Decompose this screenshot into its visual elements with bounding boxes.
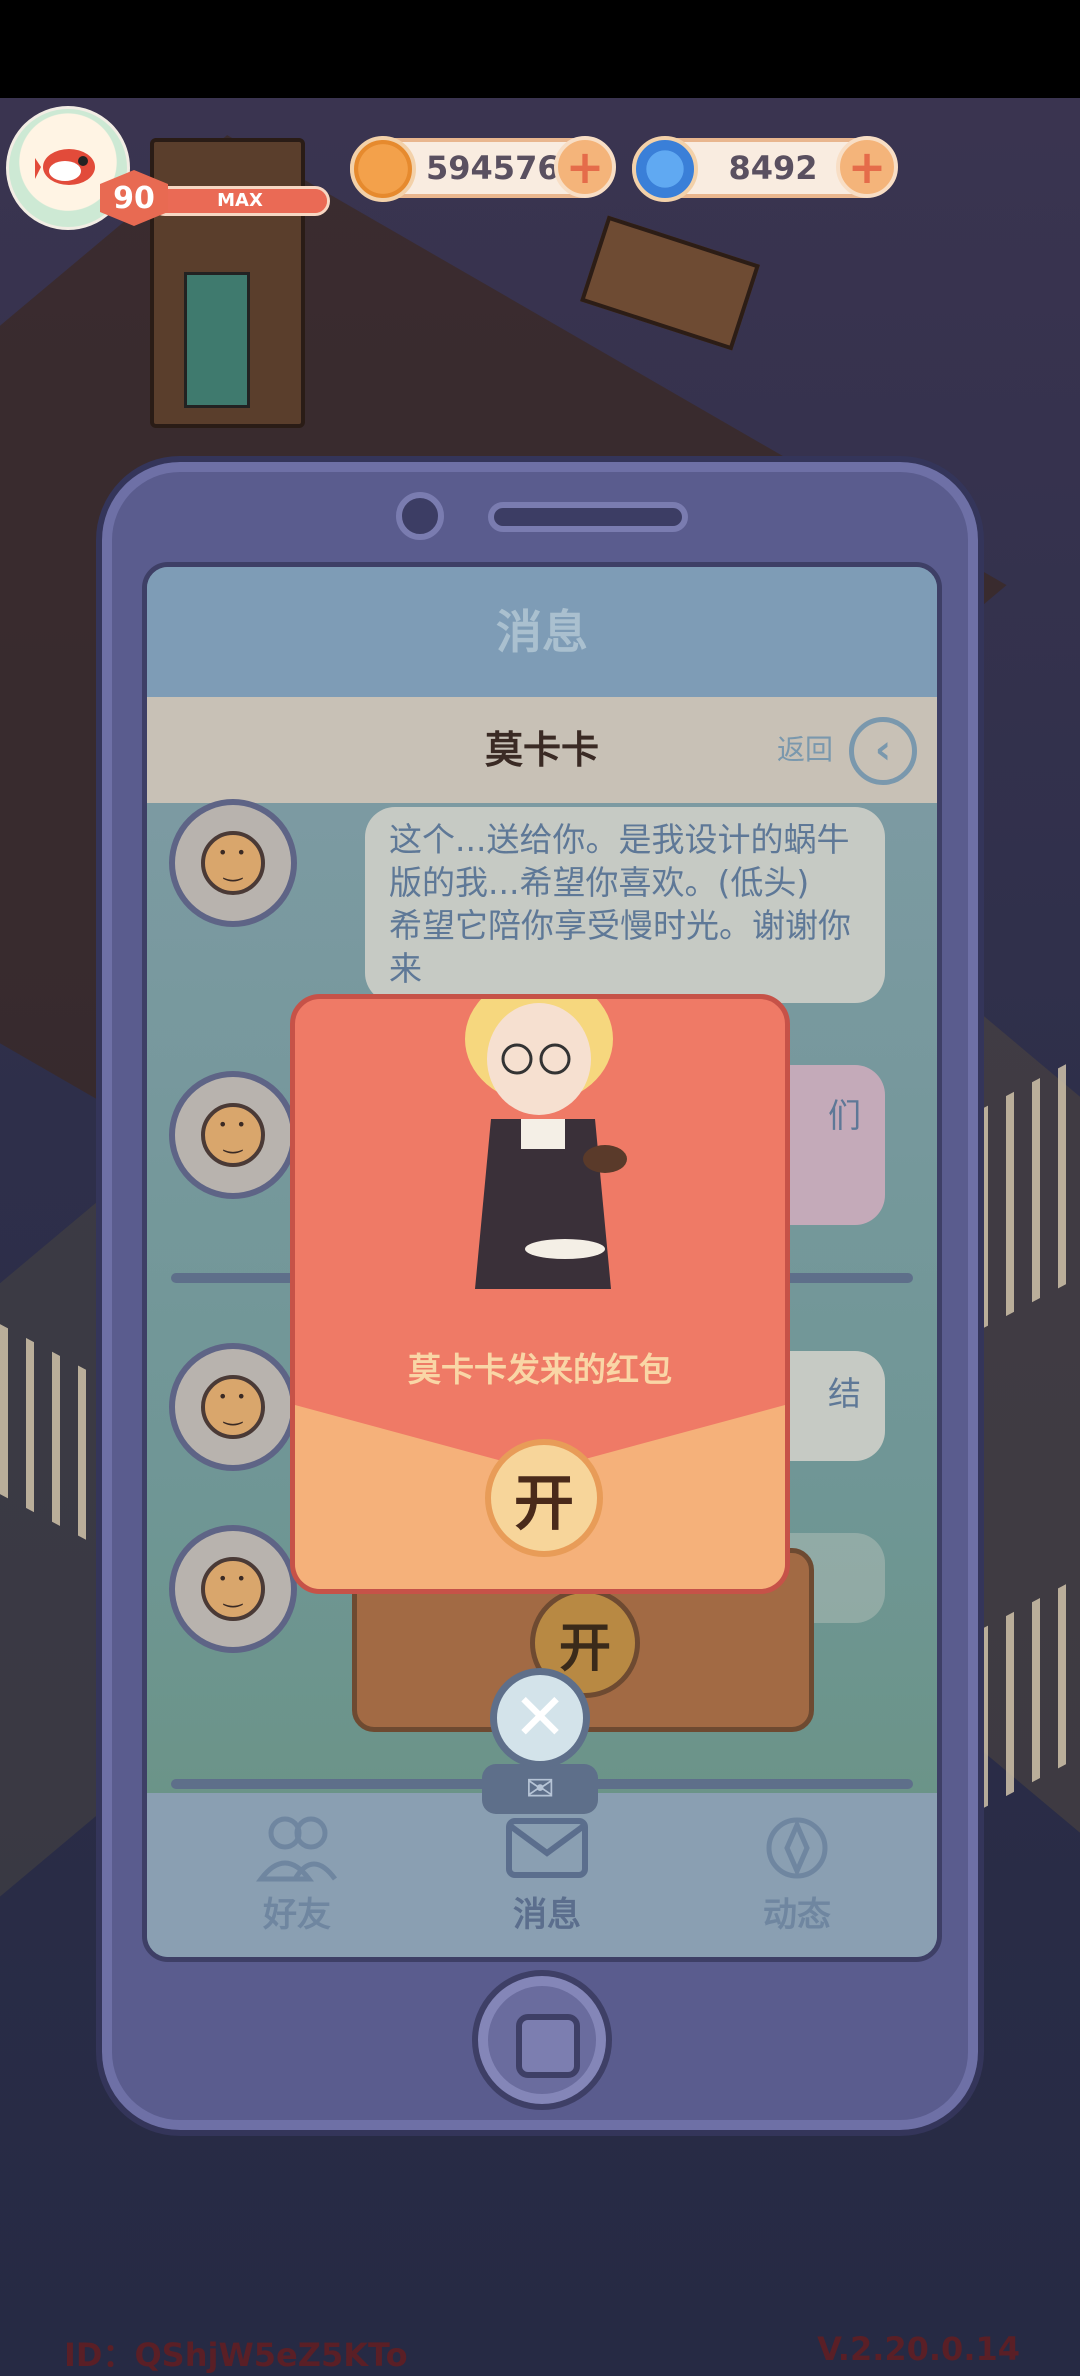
- phone-speaker: [488, 502, 688, 532]
- coin-value: 594576: [426, 149, 560, 187]
- moments-icon: [755, 1813, 839, 1883]
- tab-moments-label: 动态: [763, 1895, 831, 1935]
- sun-face-icon: [201, 831, 265, 895]
- phone-camera: [396, 492, 444, 540]
- koi-fish-icon: [35, 149, 95, 185]
- mail-icon: ✉: [482, 1764, 598, 1814]
- exp-bar: MAX: [150, 186, 330, 216]
- gem-counter: 8492 +: [632, 136, 898, 202]
- tab-moments[interactable]: 动态: [697, 1793, 897, 1957]
- sun-face-icon: [201, 1103, 265, 1167]
- red-envelope: 莫卡卡发来的红包 开: [290, 994, 790, 1594]
- phone-home-button[interactable]: [472, 1970, 612, 2110]
- screen-title: 消息: [147, 567, 937, 697]
- vending-cabinet: [150, 138, 305, 428]
- chat-title: 莫卡卡: [484, 728, 599, 772]
- chat-header: 莫卡卡 返回 ‹: [147, 697, 937, 803]
- tab-messages-label: 消息: [513, 1895, 581, 1935]
- add-gems-button[interactable]: +: [836, 136, 898, 198]
- add-coins-button[interactable]: +: [554, 136, 616, 198]
- gem-value: 8492: [728, 149, 818, 187]
- sun-avatar: [169, 1343, 297, 1471]
- tab-friends-label: 好友: [263, 1895, 331, 1935]
- friends-icon: [255, 1813, 339, 1883]
- sun-avatar: [169, 799, 297, 927]
- barista-character-illustration: [465, 999, 627, 1289]
- tab-bar: 好友 消息 动态: [147, 1793, 937, 1957]
- close-icon[interactable]: ✕: [490, 1668, 590, 1768]
- sun-face-icon: [201, 1557, 265, 1621]
- coin-counter: 594576 +: [350, 136, 616, 202]
- swirl-gem-icon: [632, 136, 698, 202]
- player-id-text: ID：QShjW5eZ5KTo: [64, 2336, 408, 2374]
- version-text: V.2.20.0.14: [817, 2330, 1020, 2368]
- tab-messages[interactable]: 消息: [447, 1793, 647, 1957]
- exp-label: MAX: [217, 190, 263, 211]
- status-bar: [0, 0, 1080, 98]
- back-button[interactable]: ‹: [849, 717, 917, 785]
- message-bubble: 这个...送给你。是我设计的蜗牛版的我...希望你喜欢。(低头) 希望它陪你享受…: [365, 807, 885, 1003]
- sun-face-icon: [201, 1375, 265, 1439]
- sun-avatar: [169, 1525, 297, 1653]
- tab-friends[interactable]: 好友: [197, 1793, 397, 1957]
- mail-icon: [505, 1813, 589, 1883]
- wall-frame: [580, 215, 760, 351]
- envelope-sender-text: 莫卡卡发来的红包: [408, 1350, 672, 1389]
- sun-avatar: [169, 1071, 297, 1199]
- back-label[interactable]: 返回: [777, 697, 833, 803]
- coin-icon: [350, 136, 416, 202]
- open-envelope-button[interactable]: 开: [485, 1439, 603, 1557]
